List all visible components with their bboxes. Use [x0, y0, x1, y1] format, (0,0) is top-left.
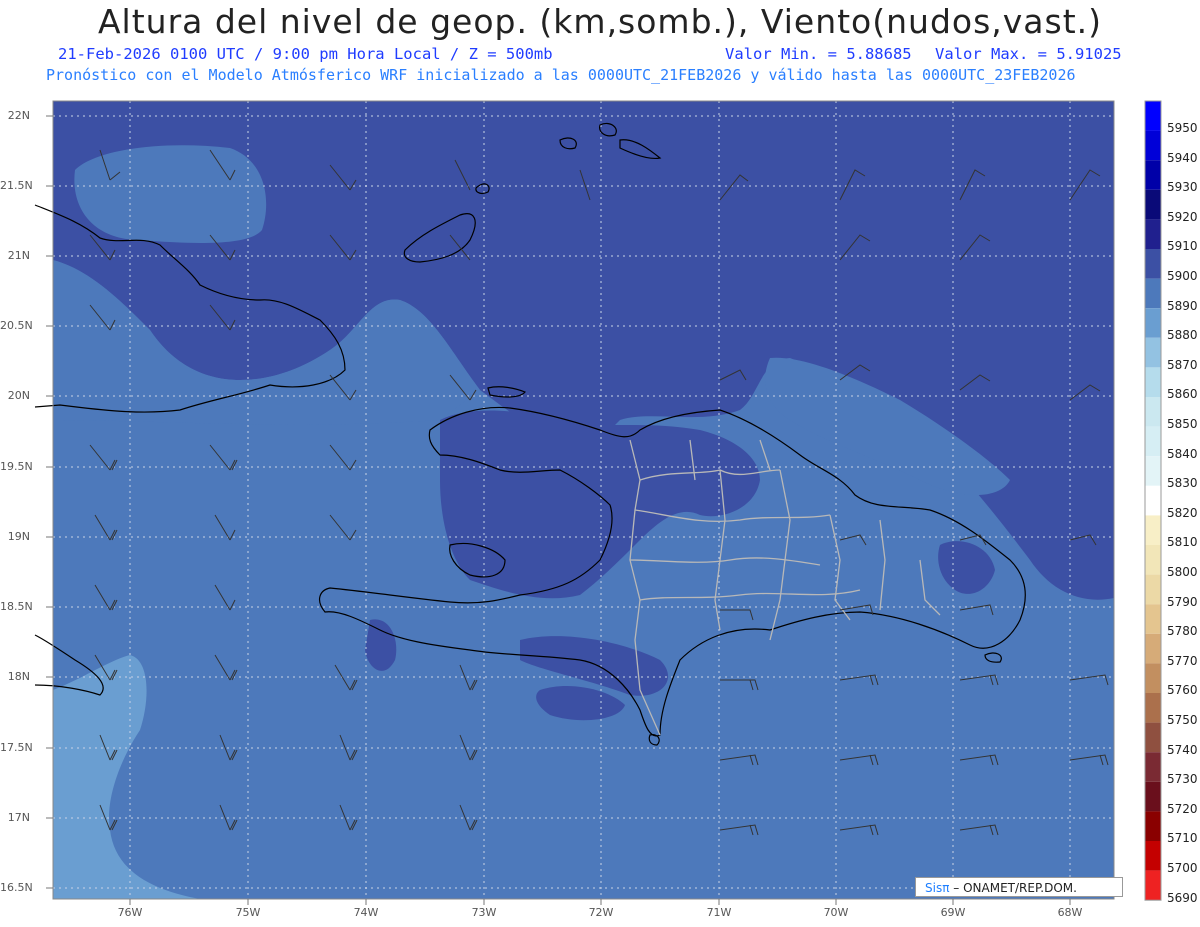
colorbar-level-label: 5850 [1167, 417, 1198, 431]
lat-label-21n: 21N [7, 249, 30, 262]
colorbar-swatch [1145, 160, 1161, 190]
colorbar-level-label: 5750 [1167, 713, 1198, 727]
colorbar-level-label: 5930 [1167, 180, 1198, 195]
colorbar-level-label: 5810 [1167, 535, 1198, 550]
colorbar-level-label: 5920 [1167, 209, 1198, 224]
lat-label-19n: 19N [7, 530, 30, 543]
colorbar-level-label: 5790 [1167, 594, 1198, 609]
lon-label-76w: 76W [117, 906, 143, 919]
colorbar-swatch [1145, 367, 1161, 397]
colorbar-swatch [1145, 101, 1161, 131]
credit-sis: Sis [925, 881, 943, 895]
colorbar-swatch [1145, 752, 1161, 782]
colorbar-level-label: 5780 [1167, 624, 1198, 639]
lon-label-68w: 68W [1057, 906, 1083, 919]
credit-pi: π [942, 881, 950, 895]
lat-label-17n: 17N [7, 811, 30, 824]
colorbar-level-label: 5800 [1167, 565, 1198, 579]
colorbar-swatch [1145, 249, 1161, 279]
colorbar-level-label: 5770 [1167, 653, 1198, 668]
colorbar-level-label: 5690 [1167, 890, 1198, 905]
colorbar-swatch [1145, 397, 1161, 427]
lon-label-69w: 69W [940, 906, 966, 919]
colorbar-swatch [1145, 633, 1161, 664]
colorbar-swatch [1145, 219, 1161, 249]
colorbar [1144, 100, 1162, 901]
map-plot [34, 100, 1162, 905]
colorbar-swatch [1145, 515, 1161, 545]
colorbar-swatch [1145, 337, 1161, 368]
lat-label-18-5n: 18.5N [0, 600, 33, 613]
colorbar-swatch [1145, 693, 1161, 723]
lat-label-17-5n: 17.5N [0, 741, 33, 754]
colorbar-swatch [1145, 574, 1161, 605]
colorbar-level-label: 5940 [1167, 150, 1198, 165]
colorbar-level-label: 5830 [1167, 476, 1198, 491]
colorbar-swatch [1145, 545, 1161, 575]
lon-label-74w: 74W [353, 906, 379, 919]
colorbar-level-label: 5870 [1167, 357, 1198, 372]
colorbar-level-label: 5900 [1167, 269, 1198, 283]
colorbar-level-label: 5820 [1167, 505, 1198, 520]
lat-label-21-5n: 21.5N [0, 179, 33, 192]
lat-label-20n: 20N [7, 389, 30, 402]
colorbar-swatch [1145, 841, 1161, 871]
colorbar-swatch [1145, 604, 1161, 634]
colorbar-level-label: 5710 [1167, 831, 1198, 846]
colorbar-level-label: 5880 [1167, 328, 1198, 343]
colorbar-level-label: 5950 [1167, 121, 1198, 135]
lon-label-72w: 72W [588, 906, 614, 919]
colorbar-swatch [1145, 722, 1161, 753]
colorbar-level-label: 5910 [1167, 239, 1198, 254]
colorbar-swatch [1145, 426, 1161, 457]
colorbar-swatch [1145, 811, 1161, 841]
lat-label-16-5n: 16.5N [0, 881, 33, 894]
colorbar-swatch [1145, 278, 1161, 309]
lon-label-70w: 70W [823, 906, 849, 919]
lon-label-75w: 75W [235, 906, 261, 919]
colorbar-swatch [1145, 189, 1161, 220]
colorbar-level-label: 5740 [1167, 742, 1198, 757]
lon-label-73w: 73W [471, 906, 497, 919]
colorbar-swatch [1145, 485, 1161, 516]
colorbar-level-label: 5730 [1167, 772, 1198, 787]
colorbar-swatch [1145, 130, 1161, 161]
credit-box: Sisπ – ONAMET/REP.DOM. [915, 877, 1123, 897]
colorbar-level-label: 5860 [1167, 387, 1198, 402]
lon-label-71w: 71W [706, 906, 732, 919]
colorbar-swatch [1145, 870, 1161, 901]
lat-label-19-5n: 19.5N [0, 460, 33, 473]
colorbar-level-label: 5840 [1167, 446, 1198, 461]
lat-label-22n: 22N [7, 109, 30, 122]
credit-text: – ONAMET/REP.DOM. [953, 881, 1077, 895]
colorbar-level-label: 5700 [1167, 861, 1198, 875]
colorbar-swatch [1145, 781, 1161, 812]
lat-label-20-5n: 20.5N [0, 319, 33, 332]
colorbar-level-label: 5890 [1167, 298, 1198, 313]
colorbar-level-label: 5720 [1167, 801, 1198, 816]
colorbar-swatch [1145, 663, 1161, 693]
colorbar-swatch [1145, 308, 1161, 338]
colorbar-level-label: 5760 [1167, 683, 1198, 698]
lat-label-18n: 18N [7, 670, 30, 683]
colorbar-swatch [1145, 456, 1161, 486]
